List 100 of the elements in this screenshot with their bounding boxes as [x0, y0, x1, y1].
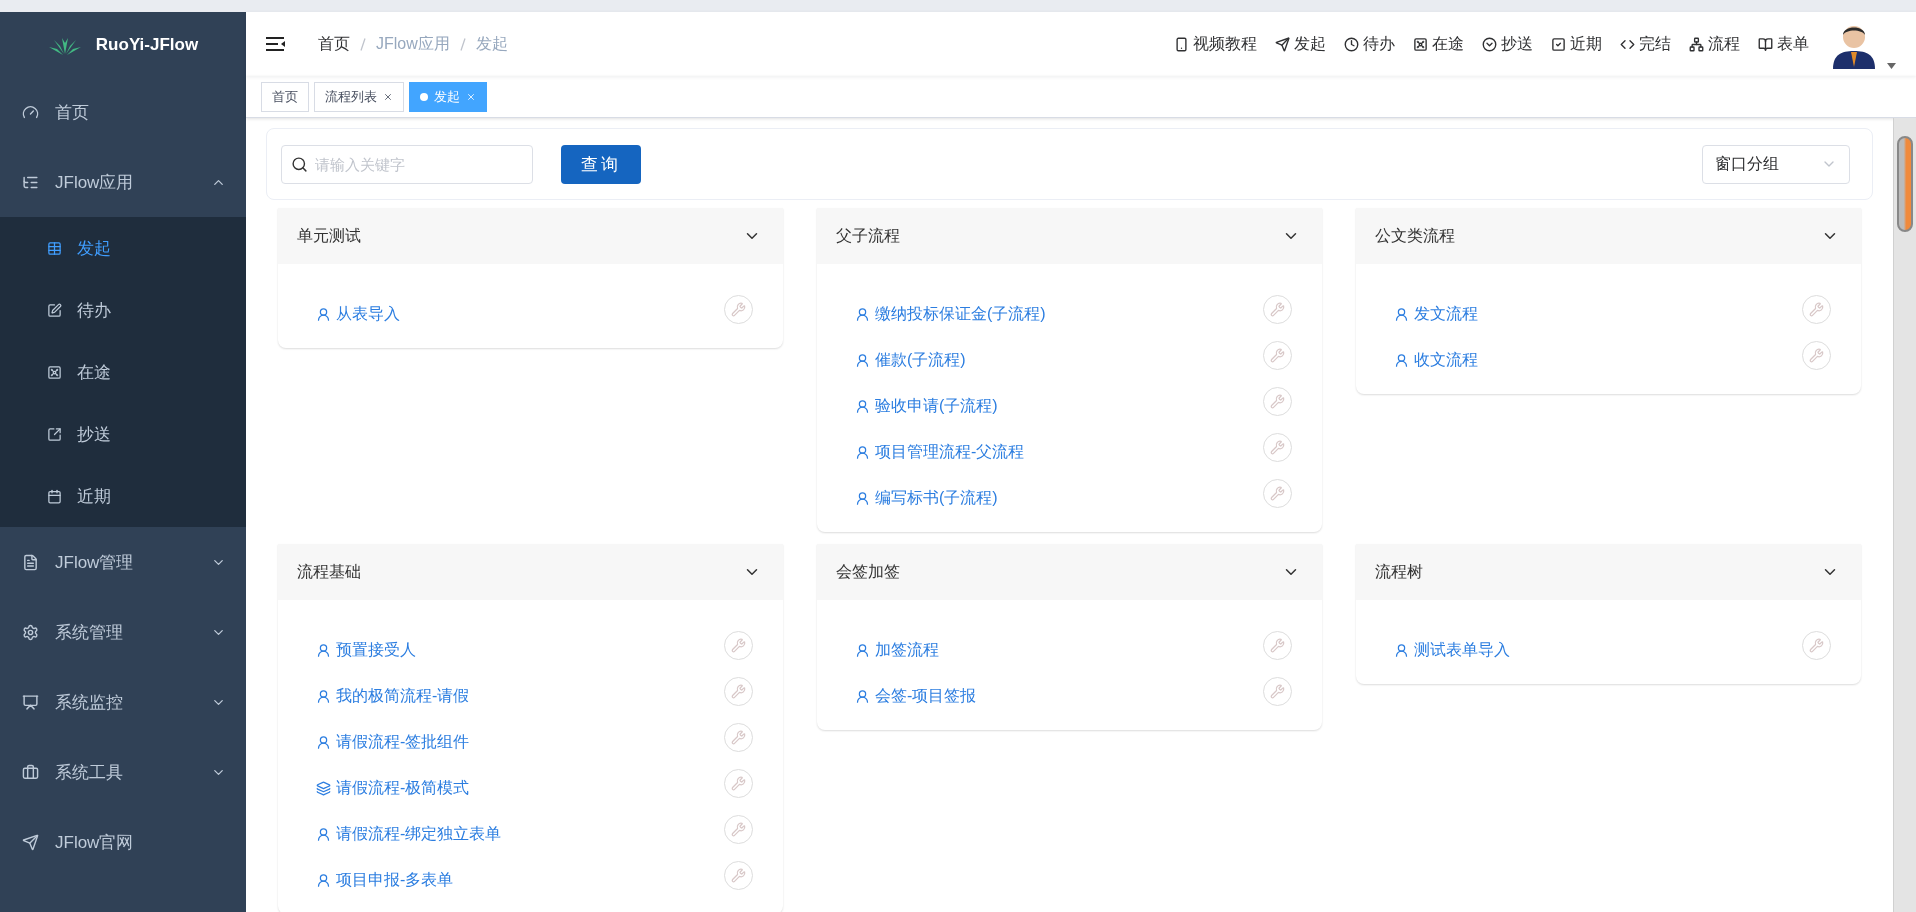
wrench-icon: [1809, 301, 1824, 317]
flow-link[interactable]: 验收申请(子流程): [855, 385, 1263, 417]
menu-item[interactable]: 系统工具: [0, 737, 246, 807]
menu-icon[interactable]: [266, 36, 286, 52]
user-icon: [316, 734, 331, 750]
group-header[interactable]: 公文类流程: [1356, 208, 1861, 264]
user-icon: [316, 872, 331, 888]
breadcrumb-separator: [459, 37, 466, 51]
gear-icon: [22, 623, 39, 641]
group-header[interactable]: 父子流程: [817, 208, 1322, 264]
nav-link[interactable]: 发起: [1275, 33, 1326, 55]
settings-button[interactable]: [724, 676, 753, 706]
settings-button[interactable]: [724, 722, 753, 752]
settings-button[interactable]: [1263, 294, 1292, 324]
user-icon: [855, 352, 870, 368]
user-icon: [855, 306, 870, 322]
flow-link[interactable]: 请假流程-绑定独立表单: [316, 813, 724, 845]
wrench-icon: [1270, 683, 1285, 699]
external-link-icon: [47, 426, 62, 442]
book-icon: [1758, 36, 1773, 52]
query-button[interactable]: 查询: [561, 144, 641, 184]
settings-button[interactable]: [724, 630, 753, 660]
settings-button[interactable]: [1263, 432, 1292, 462]
nav-link[interactable]: 近期: [1551, 33, 1602, 55]
menu-item[interactable]: 系统监控: [0, 667, 246, 737]
edit-icon: [47, 302, 62, 318]
flow-link[interactable]: 催款(子流程): [855, 339, 1263, 371]
settings-button[interactable]: [1263, 478, 1292, 508]
paper-plane-icon: [1275, 36, 1290, 52]
nav-link[interactable]: 视频教程: [1174, 33, 1257, 55]
search-icon: [291, 155, 308, 173]
settings-button[interactable]: [1263, 676, 1292, 706]
settings-button[interactable]: [1263, 340, 1292, 370]
flow-link[interactable]: 请假流程-极简模式: [316, 767, 724, 799]
settings-button[interactable]: [724, 768, 753, 798]
nav-link[interactable]: 流程: [1689, 33, 1740, 55]
menu-item[interactable]: JFlow应用: [0, 147, 246, 217]
layers-icon: [316, 780, 331, 796]
wrench-icon: [731, 775, 746, 791]
settings-button[interactable]: [1263, 386, 1292, 416]
settings-button[interactable]: [724, 294, 753, 324]
flow-link[interactable]: 编写标书(子流程): [855, 477, 1263, 509]
menu-item[interactable]: 首页: [0, 77, 246, 147]
submenu-item[interactable]: 在途: [0, 341, 246, 403]
settings-button[interactable]: [724, 860, 753, 890]
safe-icon: [1413, 36, 1428, 52]
submenu-item[interactable]: 发起: [0, 217, 246, 279]
user-icon: [316, 306, 331, 322]
wrench-icon: [1270, 393, 1285, 409]
flow-link[interactable]: 我的极简流程-请假: [316, 675, 724, 707]
nav-link[interactable]: 表单: [1758, 33, 1809, 55]
group-header[interactable]: 流程树: [1356, 544, 1861, 600]
wrench-icon: [1809, 347, 1824, 363]
flow-link[interactable]: 测试表单导入: [1394, 629, 1802, 661]
submenu-item[interactable]: 近期: [0, 465, 246, 527]
menu-item[interactable]: JFlow官网: [0, 807, 246, 877]
user-icon: [316, 642, 331, 658]
user-icon: [1394, 352, 1409, 368]
flow-link[interactable]: 发文流程: [1394, 293, 1802, 325]
nav-link[interactable]: 待办: [1344, 33, 1395, 55]
flow-link[interactable]: 项目申报-多表单: [316, 859, 724, 891]
settings-button[interactable]: [1802, 294, 1831, 324]
search-field[interactable]: 请输入关键字: [281, 144, 533, 184]
group-header[interactable]: 流程基础: [278, 544, 783, 600]
flow-link[interactable]: 请假流程-签批组件: [316, 721, 724, 753]
group-header[interactable]: 会签加签: [817, 544, 1322, 600]
wrench-icon: [731, 683, 746, 699]
user-icon: [855, 398, 870, 414]
flow-link[interactable]: 收文流程: [1394, 339, 1802, 371]
breadcrumb-item: 发起: [475, 33, 508, 54]
menu-item[interactable]: JFlow管理: [0, 527, 246, 597]
flow-link[interactable]: 从表导入: [316, 293, 724, 325]
scrollbar-thumb[interactable]: [1897, 136, 1913, 232]
breadcrumb-item: JFlow应用: [376, 33, 450, 54]
flow-link[interactable]: 项目管理流程-父流程: [855, 431, 1263, 463]
caret-icon[interactable]: [1887, 63, 1896, 69]
flow-link[interactable]: 缴纳投标保证金(子流程): [855, 293, 1263, 325]
settings-button[interactable]: [1802, 630, 1831, 660]
flow-link[interactable]: 会签-项目签报: [855, 675, 1263, 707]
menu-item[interactable]: 系统管理: [0, 597, 246, 667]
app-logo-text: RuoYi-JFlow: [95, 34, 199, 55]
user-icon: [855, 688, 870, 704]
nav-link[interactable]: 抄送: [1482, 33, 1533, 55]
clock-icon: [1344, 36, 1359, 52]
group-header[interactable]: 单元测试: [278, 208, 783, 264]
group-select[interactable]: 窗口分组: [1702, 144, 1850, 184]
submenu-item[interactable]: 待办: [0, 279, 246, 341]
settings-button[interactable]: [1263, 630, 1292, 660]
nav-link[interactable]: 在途: [1413, 33, 1464, 55]
view-tab[interactable]: 流程列表: [314, 81, 404, 112]
flow-link[interactable]: 预置接受人: [316, 629, 724, 661]
flow-link[interactable]: 加签流程: [855, 629, 1263, 661]
settings-button[interactable]: [724, 814, 753, 844]
view-tab[interactable]: 首页: [261, 81, 309, 112]
nav-link[interactable]: 完结: [1620, 33, 1671, 55]
breadcrumb-item[interactable]: 首页: [318, 33, 350, 55]
submenu-item[interactable]: 抄送: [0, 403, 246, 465]
settings-button[interactable]: [1802, 340, 1831, 370]
scrollbar[interactable]: [1893, 118, 1916, 912]
wrench-icon: [731, 729, 746, 745]
